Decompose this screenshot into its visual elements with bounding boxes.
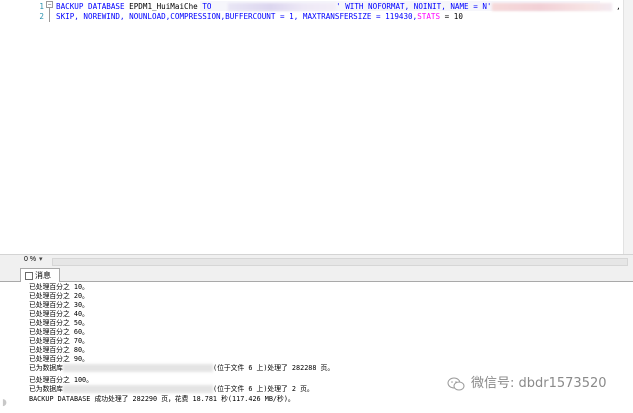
messages-icon	[25, 271, 33, 280]
message-line: 已处理百分之 70。	[29, 337, 89, 345]
keyword-with-options: ' WITH NOFORMAT, NOINIT, NAME = N'	[336, 2, 492, 11]
message-line: 已处理百分之 90。	[29, 355, 89, 363]
database-name: EPDM1_HuiMaiChe	[129, 2, 198, 11]
query-editor[interactable]: − 1 BACKUP DATABASE EPDM1_HuiMaiChe TO '…	[0, 0, 633, 254]
wechat-icon	[447, 377, 465, 390]
zoom-bar: 0 % ▾	[0, 254, 633, 268]
redacted-database-name	[62, 364, 213, 372]
database-message-suffix: (位于文件 6 上)处理了 282288 页。	[212, 364, 335, 372]
corner-logo-icon: ◗	[2, 398, 7, 408]
wechat-watermark: 微信号: dbdr1573520	[447, 373, 607, 395]
keyword-backup-database: BACKUP DATABASE	[56, 2, 125, 11]
redacted-database-name	[62, 385, 213, 393]
redacted-backup-name	[491, 3, 612, 11]
message-line: 已处理百分之 60。	[29, 328, 89, 336]
database-message-prefix: 已为数据库	[29, 364, 63, 372]
message-line: 已处理百分之 10。	[29, 283, 89, 291]
vertical-scrollbar[interactable]	[623, 0, 633, 254]
zoom-level[interactable]: 0 %	[24, 256, 36, 263]
tab-messages-label: 消息	[35, 271, 51, 280]
message-line-100: 已处理百分之 100。	[29, 376, 93, 384]
database-message-prefix: 已为数据库	[29, 385, 63, 393]
message-line: 已处理百分之 30。	[29, 301, 89, 309]
message-line: 已处理百分之 20。	[29, 292, 89, 300]
summary-message: BACKUP DATABASE 成功处理了 282290 页，花费 18.781…	[29, 395, 295, 403]
zoom-dropdown-icon[interactable]: ▾	[39, 255, 43, 263]
watermark-text: 微信号: dbdr1573520	[471, 376, 607, 391]
backup-options: SKIP, NOREWIND, NOUNLOAD,COMPRESSION,BUF…	[56, 12, 418, 21]
results-tabs: 消息	[0, 267, 633, 282]
keyword-stats: STATS	[417, 12, 441, 21]
stats-value: = 10	[440, 12, 463, 21]
database-message-2: 已为数据库 (位于文件 6 上)处理了 2 页。	[29, 385, 314, 394]
database-message-1: 已为数据库 (位于文件 6 上)处理了 282288 页。	[29, 364, 334, 373]
redacted-disk-path	[228, 3, 337, 11]
line-number: 2	[39, 12, 44, 21]
message-line: 已处理百分之 80。	[29, 346, 89, 354]
database-message-suffix: (位于文件 6 上)处理了 2 页。	[212, 385, 314, 393]
tab-messages[interactable]: 消息	[20, 268, 60, 282]
comma: ,	[616, 2, 621, 11]
message-line: 已处理百分之 40。	[29, 310, 89, 318]
collapse-toggle-icon[interactable]: −	[46, 1, 53, 8]
keyword-to: TO	[202, 2, 212, 11]
horizontal-scrollbar[interactable]	[52, 258, 628, 266]
message-line: 已处理百分之 50。	[29, 319, 89, 327]
